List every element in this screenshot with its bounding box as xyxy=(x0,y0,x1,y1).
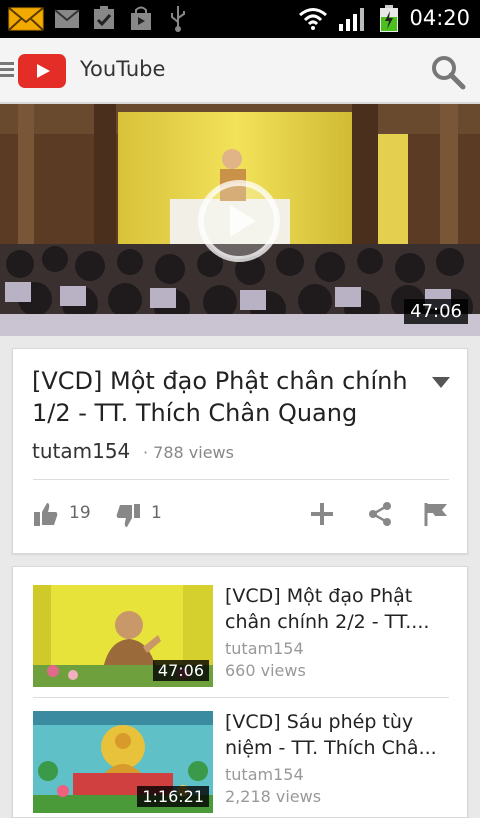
channel-name[interactable]: tutam154 xyxy=(32,439,130,463)
view-count: · 788 views xyxy=(143,443,234,462)
usb-icon xyxy=(171,6,185,32)
youtube-logo-icon[interactable] xyxy=(18,54,66,88)
related-video-channel: tutam154 xyxy=(225,765,304,784)
flag-icon[interactable] xyxy=(423,501,449,527)
view-count-text: 788 views xyxy=(153,443,234,462)
task-icon xyxy=(94,6,114,29)
related-video-channel: tutam154 xyxy=(225,639,304,658)
thumbnail-duration: 47:06 xyxy=(152,660,209,681)
related-video-views: 2,218 views xyxy=(225,787,322,806)
email-icon xyxy=(8,7,44,31)
list-item[interactable]: 1:16:21 [VCD] Sáu phép tùy niệm - TT. Th… xyxy=(33,693,449,813)
divider xyxy=(33,479,449,480)
like-count: 19 xyxy=(69,503,91,523)
add-icon[interactable] xyxy=(309,501,335,527)
related-video-title[interactable]: [VCD] Một đạo Phật chân chính 2/2 - TT..… xyxy=(225,583,445,635)
wifi-icon xyxy=(299,8,327,30)
action-row: 19 1 xyxy=(13,495,467,535)
play-icon[interactable] xyxy=(196,178,282,264)
status-bar: 04:20 xyxy=(0,0,480,38)
thumbnail-duration: 1:16:21 xyxy=(137,786,209,807)
video-info-card: [VCD] Một đạo Phật chân chính 1/2 - TT. … xyxy=(12,348,468,554)
shopping-bag-icon xyxy=(131,6,151,30)
share-icon[interactable] xyxy=(367,501,393,527)
video-title: [VCD] Một đạo Phật chân chính 1/2 - TT. … xyxy=(32,367,408,427)
video-player[interactable]: 47:06 xyxy=(0,104,480,336)
list-item[interactable]: 47:06 [VCD] Một đạo Phật chân chính 2/2 … xyxy=(33,567,449,687)
video-duration: 47:06 xyxy=(404,299,468,324)
related-video-title[interactable]: [VCD] Sáu phép tùy niệm - TT. Thích Châ.… xyxy=(225,709,445,761)
search-icon[interactable] xyxy=(430,54,466,90)
chevron-down-icon[interactable] xyxy=(431,375,451,389)
menu-icon[interactable] xyxy=(0,62,14,78)
app-title: YouTube xyxy=(80,57,166,81)
gmail-icon xyxy=(54,9,80,28)
signal-icon xyxy=(339,8,364,31)
dislike-count: 1 xyxy=(151,503,162,523)
status-time: 04:20 xyxy=(409,6,470,30)
app-bar: YouTube xyxy=(0,38,480,104)
battery-charging-icon xyxy=(380,5,398,32)
related-video-views: 660 views xyxy=(225,661,306,680)
dislike-icon[interactable] xyxy=(115,503,141,529)
video-thumbnail[interactable]: 1:16:21 xyxy=(33,711,213,813)
related-videos-card: 47:06 [VCD] Một đạo Phật chân chính 2/2 … xyxy=(12,566,468,818)
like-icon[interactable] xyxy=(33,501,59,527)
video-thumbnail[interactable]: 47:06 xyxy=(33,585,213,687)
